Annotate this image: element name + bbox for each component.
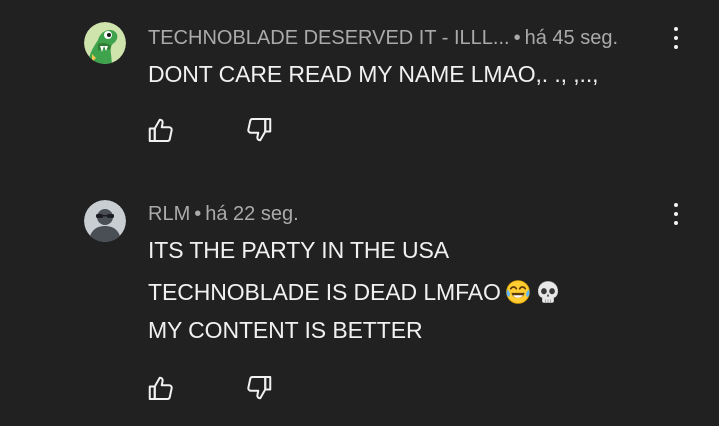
- comment-header: TECHNOBLADE DESERVED IT - ILLL... • há 45 …: [148, 26, 618, 50]
- comment-header: RLM • há 22 seg.: [148, 202, 299, 226]
- comment-text-line: MY CONTENT IS BETTER: [148, 317, 423, 343]
- comment-text-line-with-emoji: TECHNOBLADE IS DEAD LMFAO: [148, 278, 561, 306]
- comment-timestamp[interactable]: há 45 seg.: [525, 27, 618, 49]
- thumbs-up-icon[interactable]: [146, 116, 176, 146]
- skull-emoji-icon: [537, 281, 558, 303]
- more-vert-icon[interactable]: [664, 200, 688, 228]
- comment-timestamp[interactable]: há 22 seg.: [205, 203, 298, 225]
- comment-item: TECHNOBLADE DESERVED IT - ILLL... • há 45 …: [0, 0, 719, 180]
- cartoon-dinosaur-avatar-icon: [84, 22, 126, 64]
- comment-text: DONT CARE READ MY NAME LMAO,. ., ,..,: [148, 61, 599, 87]
- author-name[interactable]: RLM: [148, 203, 190, 225]
- thumbs-down-icon[interactable]: [244, 372, 274, 402]
- header-separator: •: [194, 203, 202, 225]
- header-separator: •: [513, 27, 521, 49]
- comment-item: RLM • há 22 seg. ITS THE PARTY IN THE USA …: [0, 180, 719, 426]
- author-name[interactable]: TECHNOBLADE DESERVED IT - ILLL...: [148, 27, 510, 49]
- avatar[interactable]: [84, 22, 126, 64]
- tears-of-joy-emoji-icon: [506, 280, 530, 304]
- avatar[interactable]: [84, 200, 126, 242]
- thumbs-up-icon[interactable]: [146, 374, 176, 404]
- default-user-avatar-icon: [84, 200, 126, 242]
- more-vert-icon[interactable]: [664, 24, 688, 52]
- comment-text-line: TECHNOBLADE IS DEAD LMFAO: [148, 279, 501, 305]
- comment-text-line: ITS THE PARTY IN THE USA: [148, 237, 449, 263]
- thumbs-down-icon[interactable]: [244, 114, 274, 144]
